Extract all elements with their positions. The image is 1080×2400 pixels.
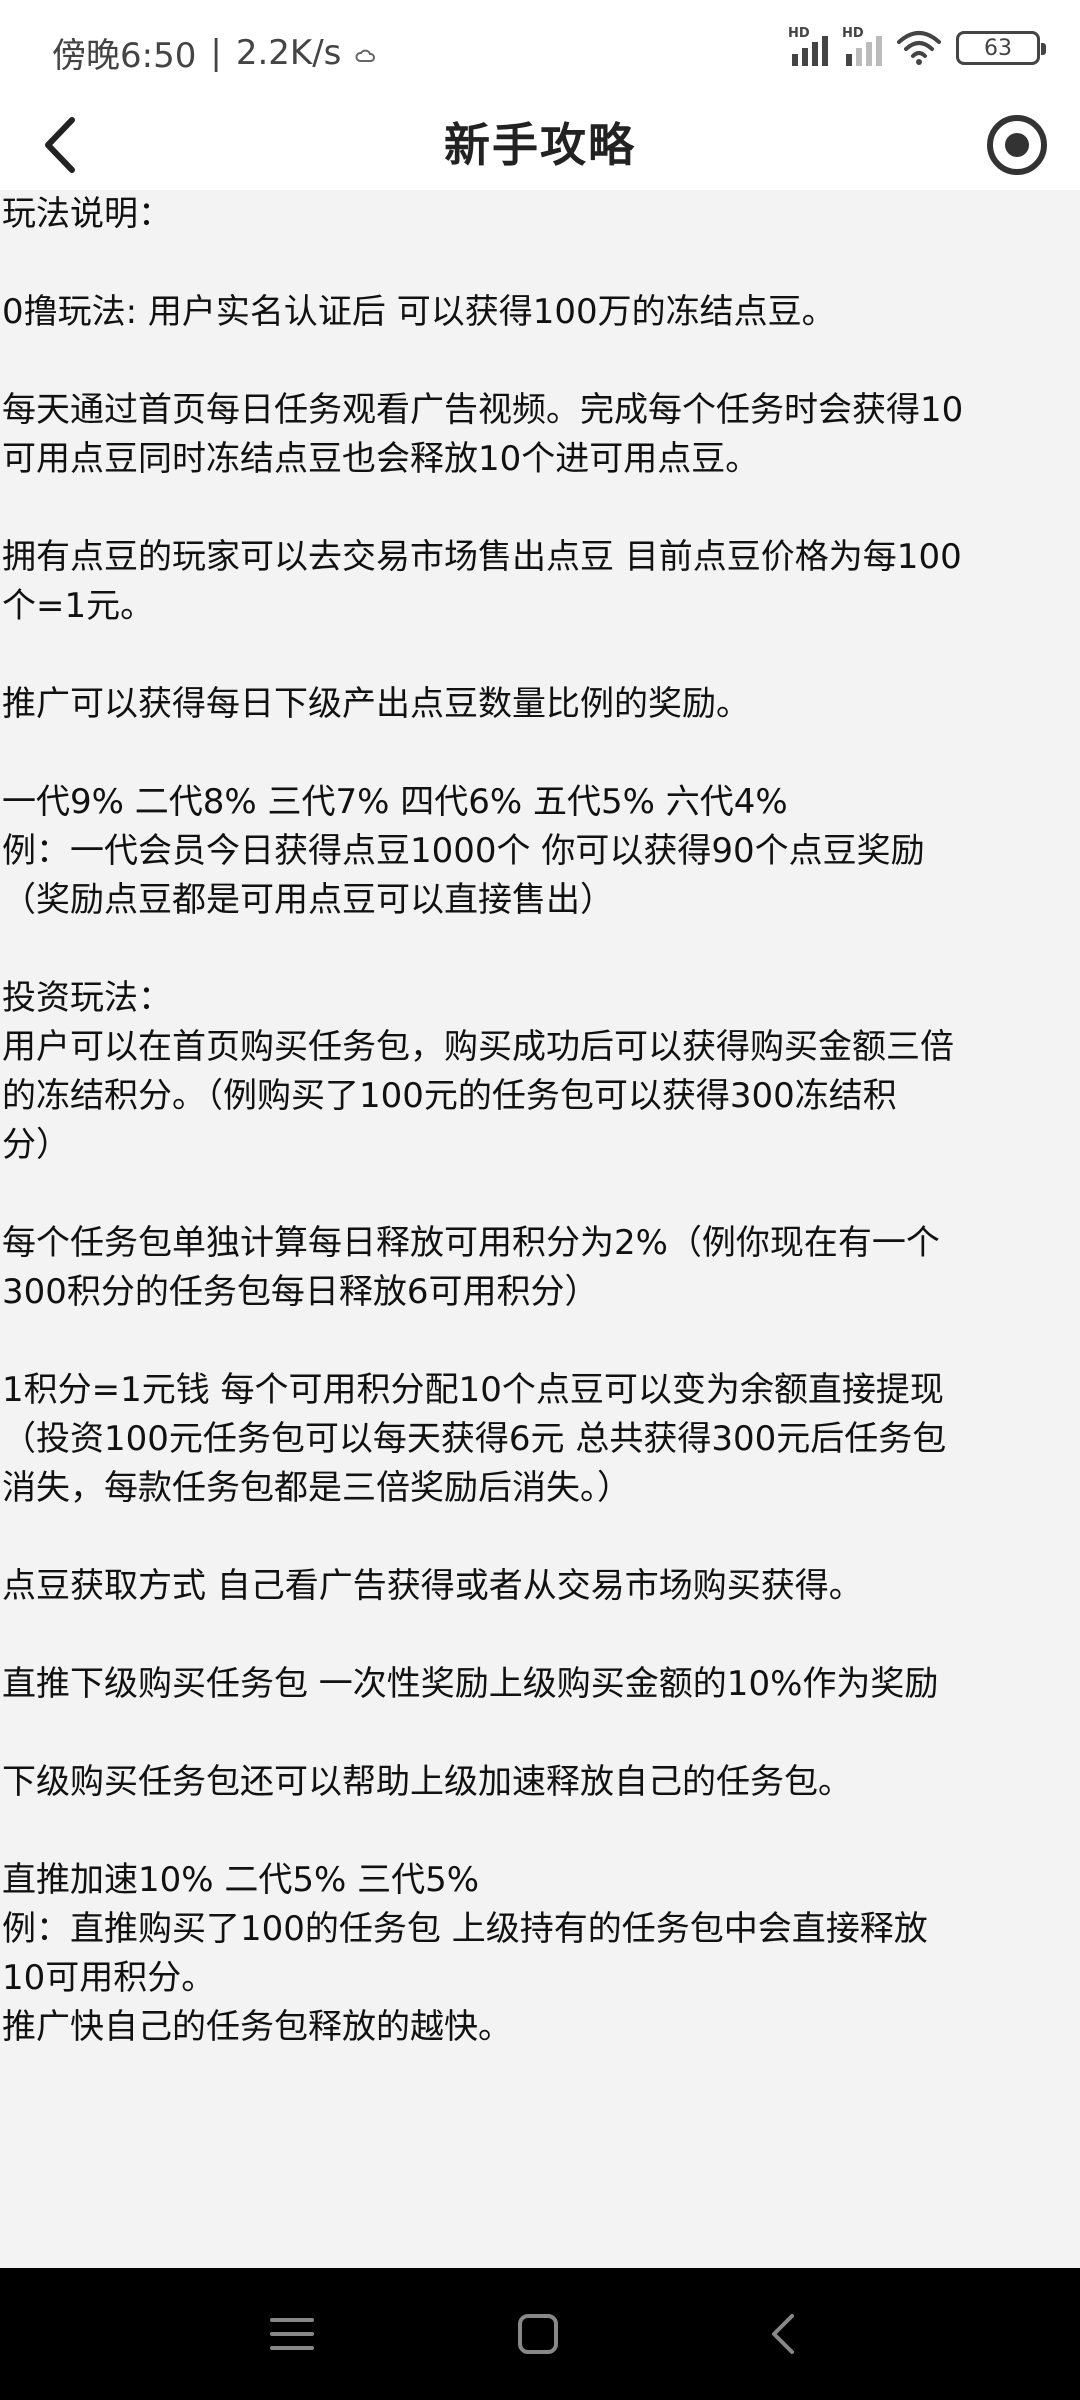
content-line: （奖励点豆都是可用点豆可以直接售出）	[2, 880, 614, 920]
back-triangle-icon	[772, 2314, 794, 2354]
content-line: 直推加速10% 二代5% 三代5%	[2, 1860, 480, 1900]
nav-header: 新手攻略	[0, 100, 1080, 190]
status-left: 傍晚6:50 | 2.2K/s	[52, 28, 377, 77]
content-line: 0撸玩法: 用户实名认证后 可以获得100万的冻结点豆。	[2, 292, 836, 332]
guide-content[interactable]: 玩法说明： 0撸玩法: 用户实名认证后 可以获得100万的冻结点豆。每天通过首页每…	[0, 190, 1080, 2268]
content-line: 用户可以在首页购买任务包，购买成功后可以获得购买金额三倍	[2, 1027, 954, 1067]
content-line: 下级购买任务包还可以帮助上级加速释放自己的任务包。	[2, 1762, 852, 1802]
record-icon	[987, 115, 1047, 175]
content-line: 10可用积分。	[2, 1958, 216, 1998]
content-line: 消失，每款任务包都是三倍奖励后消失。）	[2, 1468, 631, 1508]
content-line: 每天通过首页每日任务观看广告视频。完成每个任务时会获得10	[2, 390, 964, 430]
content-line: 拥有点豆的玩家可以去交易市场售出点豆 目前点豆价格为每100	[2, 537, 962, 577]
signal-icon-2: HD	[842, 26, 882, 66]
content-line: 例：一代会员今日获得点豆1000个 你可以获得90个点豆奖励	[2, 831, 925, 871]
content-line: 玩法说明：	[2, 194, 172, 234]
wifi-icon	[896, 30, 942, 66]
system-nav-bar	[0, 2268, 1080, 2400]
content-line: 例：直推购买了100的任务包 上级持有的任务包中会直接释放	[2, 1909, 928, 1949]
status-separator: |	[210, 32, 222, 73]
home-button[interactable]	[510, 2306, 566, 2362]
hd-label-2: HD	[842, 26, 864, 41]
menu-icon	[270, 2318, 314, 2350]
battery-icon: 63	[956, 31, 1046, 65]
content-line: （投资100元任务包可以每天获得6元 总共获得300元后任务包	[2, 1419, 947, 1459]
content-line: 推广可以获得每日下级产出点豆数量比例的奖励。	[2, 684, 750, 724]
content-line: 点豆获取方式 自己看广告获得或者从交易市场购买获得。	[2, 1566, 863, 1606]
content-line: 投资玩法：	[2, 978, 172, 1018]
system-back-button[interactable]	[756, 2306, 812, 2362]
content-line: 分）	[2, 1125, 70, 1165]
status-bar: 傍晚6:50 | 2.2K/s HD HD 63	[0, 0, 1080, 100]
content-line: 推广快自己的任务包释放的越快。	[2, 2007, 512, 2047]
hd-label: HD	[788, 26, 810, 41]
cloud-icon	[355, 33, 377, 73]
content-line: 每个任务包单独计算每日释放可用积分为2%（例你现在有一个	[2, 1223, 940, 1263]
page-title: 新手攻略	[444, 118, 636, 172]
content-line: 个=1元。	[2, 586, 155, 626]
content-line: 的冻结积分。（例购买了100元的任务包可以获得300冻结积	[2, 1076, 897, 1116]
content-line: 直推下级购买任务包 一次性奖励上级购买金额的10%作为奖励	[2, 1664, 939, 1704]
content-line: 1积分=1元钱 每个可用积分配10个点豆可以变为余额直接提现	[2, 1370, 944, 1410]
menu-button[interactable]	[264, 2306, 320, 2362]
content-line: 300积分的任务包每日释放6可用积分）	[2, 1272, 599, 1312]
network-speed: 2.2K/s	[235, 32, 342, 73]
content-line: 可用点豆同时冻结点豆也会释放10个进可用点豆。	[2, 439, 760, 479]
chevron-left-icon	[45, 117, 75, 173]
status-time: 傍晚6:50	[52, 36, 197, 76]
status-right: HD HD 63	[788, 26, 1046, 66]
content-line: 一代9% 二代8% 三代7% 四代6% 五代5% 六代4%	[2, 782, 788, 822]
back-button[interactable]	[28, 110, 98, 180]
signal-icon: HD	[788, 26, 828, 66]
record-button[interactable]	[980, 108, 1054, 182]
battery-level: 63	[984, 35, 1012, 61]
home-icon	[518, 2314, 558, 2354]
